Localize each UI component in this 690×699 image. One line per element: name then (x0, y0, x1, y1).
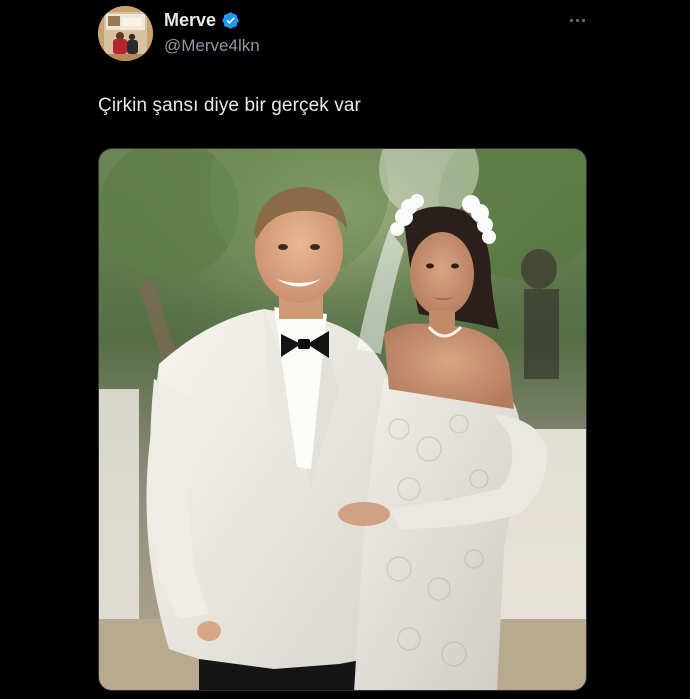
author-handle[interactable]: @Merve4lkn (164, 36, 260, 56)
dot (581, 18, 585, 22)
profile-photo-avatar (98, 6, 153, 61)
tweet-card: Merve @Merve4lkn Çirkin şansı diye bir g… (0, 0, 690, 699)
author-avatar[interactable] (98, 6, 153, 61)
dot (569, 18, 573, 22)
dot (575, 18, 579, 22)
tweet-media-photo[interactable] (98, 148, 587, 691)
more-dots-icon[interactable] (565, 12, 589, 28)
wedding-photo (99, 149, 586, 690)
author-name-row: Merve (164, 10, 240, 31)
author-display-name[interactable]: Merve (164, 10, 216, 31)
tweet-text: Çirkin şansı diye bir gerçek var (98, 95, 361, 116)
verified-badge-icon (221, 11, 240, 30)
